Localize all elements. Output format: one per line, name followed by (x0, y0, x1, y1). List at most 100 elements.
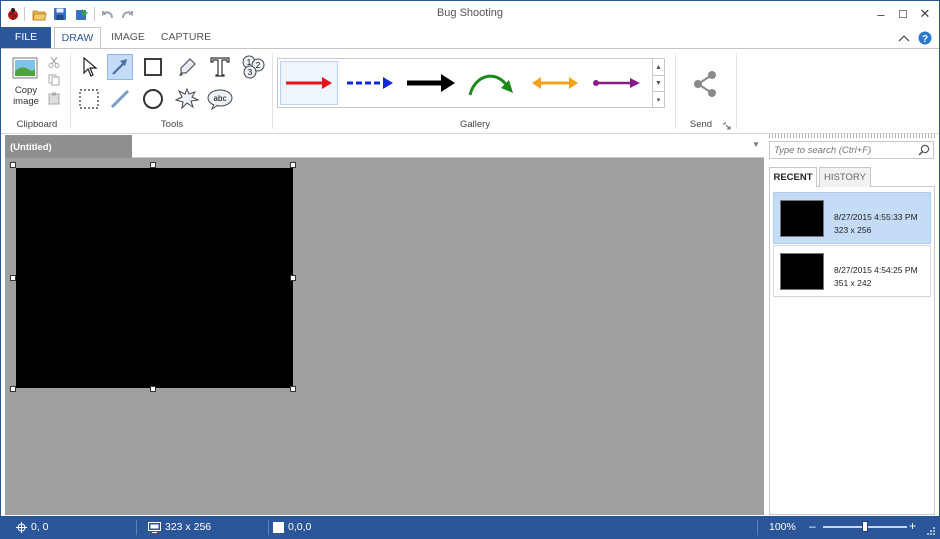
resize-handle-bottom-right[interactable] (290, 386, 296, 392)
ellipse-tool[interactable] (140, 86, 166, 112)
resize-handle-bottom[interactable] (150, 386, 156, 392)
capture-thumbnail (780, 200, 824, 237)
help-icon[interactable]: ? (917, 30, 933, 46)
line-tool[interactable] (107, 86, 133, 112)
blue-dashed-arrow-icon (347, 77, 393, 89)
zoom-in-button[interactable]: + (909, 519, 916, 533)
gallery-scroll-down[interactable]: ▼ (652, 75, 664, 91)
zoom-slider-thumb[interactable] (862, 521, 868, 532)
send-group-label: Send (689, 119, 713, 130)
copy-icon[interactable] (46, 72, 62, 88)
svg-text:?: ? (922, 34, 928, 45)
resize-handle-bottom-left[interactable] (10, 386, 16, 392)
callout-tool[interactable] (174, 86, 200, 112)
editor-canvas[interactable] (5, 158, 764, 515)
collapse-ribbon-icon[interactable] (896, 30, 912, 46)
gallery-blue-dashed-arrow[interactable] (341, 61, 399, 105)
recent-list: 8/27/2015 4:55:33 PM 323 x 256 8/27/2015… (769, 187, 935, 515)
orange-double-arrow-icon (532, 77, 578, 89)
document-tab[interactable]: (Untitled) (5, 135, 132, 158)
panel-tabs: RECENT HISTORY (769, 167, 935, 188)
gallery-group-label: Gallery (459, 119, 491, 130)
resize-grip-icon[interactable] (926, 526, 936, 539)
history-panel: RECENT HISTORY 8/27/2015 4:55:33 PM 323 … (765, 134, 939, 515)
text-tool[interactable] (207, 54, 233, 80)
window-title: Bug Shooting (436, 7, 504, 19)
arrow-gallery: ▲ ▼ ▾ (277, 58, 665, 108)
close-button[interactable]: ✕ (914, 4, 936, 24)
capture-size: 351 x 242 (834, 278, 872, 288)
resize-handle-left[interactable] (10, 275, 16, 281)
tools-group-label: Tools (160, 119, 184, 130)
zoom-level: 100% (769, 521, 796, 533)
ribbon: Copy image Clipboard 1 2 3 abc Tools ▲ ▼… (1, 48, 939, 134)
tab-history[interactable]: HISTORY (819, 167, 871, 187)
capture-size: 323 x 256 (834, 225, 872, 235)
svg-text:abc: abc (214, 94, 227, 103)
resize-handle-top[interactable] (150, 162, 156, 168)
search-input[interactable] (770, 142, 910, 158)
panel-grip[interactable] (769, 134, 935, 138)
gallery-scroll-up[interactable]: ▲ (652, 59, 664, 75)
svg-text:1: 1 (247, 58, 252, 67)
color-swatch (273, 521, 284, 533)
gallery-red-arrow[interactable] (280, 61, 338, 105)
svg-text:3: 3 (248, 68, 253, 77)
green-curved-arrow-icon (468, 74, 513, 96)
purple-arrow-icon (593, 78, 640, 88)
title-bar: Bug Shooting – ☐ ✕ (1, 1, 939, 27)
copy-image-button[interactable] (10, 53, 40, 83)
gallery-black-arrow[interactable] (402, 61, 460, 105)
highlighter-tool[interactable] (174, 54, 200, 80)
gallery-expand[interactable]: ▾ (652, 91, 664, 107)
speech-bubble-tool[interactable]: abc (207, 86, 233, 112)
list-item[interactable]: 8/27/2015 4:54:25 PM 351 x 242 (773, 245, 931, 297)
capture-date: 8/27/2015 4:54:25 PM (834, 265, 918, 275)
share-icon (694, 71, 716, 97)
red-arrow-icon (286, 77, 332, 89)
capture-thumbnail (780, 253, 824, 290)
dialog-launcher-icon[interactable] (723, 121, 731, 133)
arrow-tool[interactable] (107, 54, 133, 80)
black-arrow-icon (407, 74, 455, 92)
image-size-icon (148, 521, 161, 533)
pixel-color: 0,0,0 (288, 521, 312, 533)
clipboard-group-label: Clipboard (16, 119, 58, 130)
gallery-orange-double-arrow[interactable] (526, 61, 584, 105)
numbering-tool[interactable]: 123 (240, 54, 266, 80)
ribbon-tab-bar: FILE DRAW IMAGE CAPTURE ? (1, 27, 939, 49)
tab-recent[interactable]: RECENT (769, 167, 817, 188)
search-icon[interactable] (918, 144, 930, 159)
resize-handle-top-right[interactable] (290, 162, 296, 168)
gallery-purple-arrow[interactable] (588, 61, 646, 105)
document-list-dropdown-icon[interactable]: ▼ (752, 140, 760, 149)
tab-capture[interactable]: CAPTURE (155, 27, 217, 48)
list-item[interactable]: 8/27/2015 4:55:33 PM 323 x 256 (773, 192, 931, 244)
captured-image[interactable] (16, 168, 293, 388)
cut-icon[interactable] (46, 54, 62, 70)
search-box (769, 141, 934, 159)
status-bar: 0, 0 323 x 256 0,0,0 100% – + (1, 516, 939, 539)
minimize-button[interactable]: – (870, 4, 892, 24)
resize-handle-right[interactable] (290, 275, 296, 281)
document-tab-bar: (Untitled) ▼ (5, 134, 764, 158)
resize-handle-top-left[interactable] (10, 162, 16, 168)
copy-image-label: Copy image (13, 85, 39, 107)
gallery-green-curved-arrow[interactable] (464, 61, 522, 105)
tab-file[interactable]: FILE (1, 27, 51, 48)
share-button[interactable] (688, 67, 722, 101)
zoom-out-button[interactable]: – (809, 519, 816, 533)
maximize-button[interactable]: ☐ (892, 4, 914, 24)
app-window: Bug Shooting – ☐ ✕ FILE DRAW IMAGE CAPTU… (0, 0, 940, 539)
cursor-position: 0, 0 (31, 521, 49, 533)
select-pointer-tool[interactable] (77, 54, 103, 80)
crosshair-icon (16, 521, 27, 533)
capture-date: 8/27/2015 4:55:33 PM (834, 212, 918, 222)
svg-text:2: 2 (256, 61, 261, 70)
image-size: 323 x 256 (165, 521, 212, 533)
selection-rectangle-tool[interactable] (76, 86, 102, 112)
tab-image[interactable]: IMAGE (105, 27, 151, 48)
paste-icon[interactable] (46, 90, 62, 106)
tab-draw[interactable]: DRAW (54, 27, 101, 49)
rectangle-tool[interactable] (140, 54, 166, 80)
